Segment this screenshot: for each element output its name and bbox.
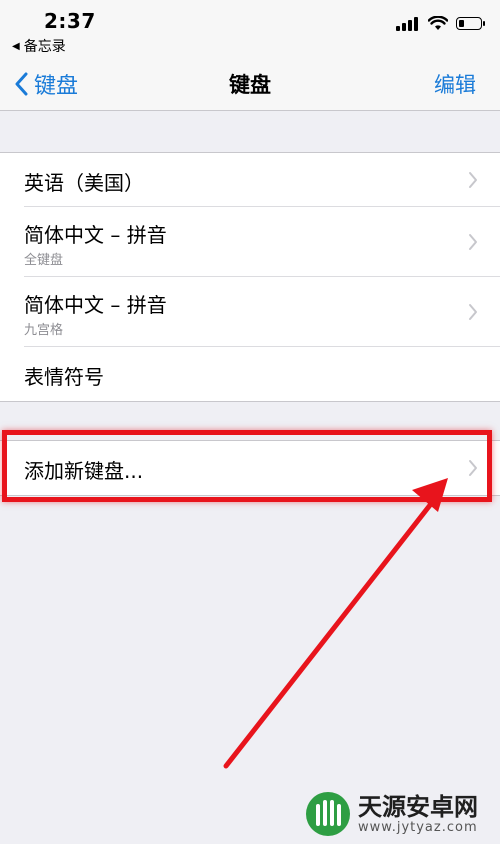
- cellular-signal-icon: [396, 16, 420, 31]
- page-title: 键盘: [229, 73, 271, 97]
- watermark-name: 天源安卓网: [358, 792, 478, 821]
- battery-level: [459, 20, 464, 27]
- keyboard-row-pinyin-full[interactable]: 简体中文 – 拼音 全键盘: [0, 207, 500, 277]
- keyboard-subtitle: 九宫格: [24, 323, 64, 338]
- navigation-bar: 键盘 键盘 编辑: [0, 56, 500, 111]
- keyboards-list: 英语（美国） 简体中文 – 拼音 全键盘 简体中文 – 拼音 九宫格 表情符号: [0, 152, 500, 402]
- status-time: 2:37: [44, 9, 96, 33]
- back-to-app-link[interactable]: ◀ 备忘录: [12, 36, 66, 56]
- battery-icon: [456, 17, 485, 30]
- wifi-icon: [428, 16, 448, 30]
- watermark-text: 天源安卓网 www.jytyaz.com: [358, 794, 478, 835]
- back-app-label: 备忘录: [23, 39, 66, 55]
- annotation-arrow: [223, 478, 448, 769]
- keyboard-title: 简体中文 – 拼音: [24, 223, 167, 247]
- keyboard-title: 英语（美国）: [24, 171, 144, 195]
- watermark-logo-icon: [306, 792, 350, 836]
- keyboard-row-english[interactable]: 英语（美国）: [0, 153, 500, 207]
- back-triangle-icon: ◀: [12, 40, 20, 52]
- keyboard-row-emoji[interactable]: 表情符号: [0, 347, 500, 401]
- keyboard-title: 表情符号: [24, 365, 104, 389]
- settings-screen: 2:37 ◀ 备忘录 键盘 键盘 编辑 英语（美国） 简体中文 – 拼音 全键盘…: [0, 0, 500, 844]
- chevron-right-icon: [469, 234, 477, 250]
- status-bar: 2:37 ◀ 备忘录: [0, 0, 500, 56]
- annotation-highlight-box: [2, 430, 492, 502]
- watermark: 天源安卓网 www.jytyaz.com: [306, 792, 478, 836]
- chevron-right-icon: [469, 304, 477, 320]
- keyboard-subtitle: 全键盘: [24, 253, 64, 268]
- edit-button[interactable]: 编辑: [434, 69, 476, 99]
- watermark-url: www.jytyaz.com: [358, 819, 478, 835]
- chevron-right-icon: [469, 172, 477, 188]
- keyboard-row-pinyin-9key[interactable]: 简体中文 – 拼音 九宫格: [0, 277, 500, 347]
- status-icons: [396, 16, 485, 31]
- keyboard-title: 简体中文 – 拼音: [24, 293, 167, 317]
